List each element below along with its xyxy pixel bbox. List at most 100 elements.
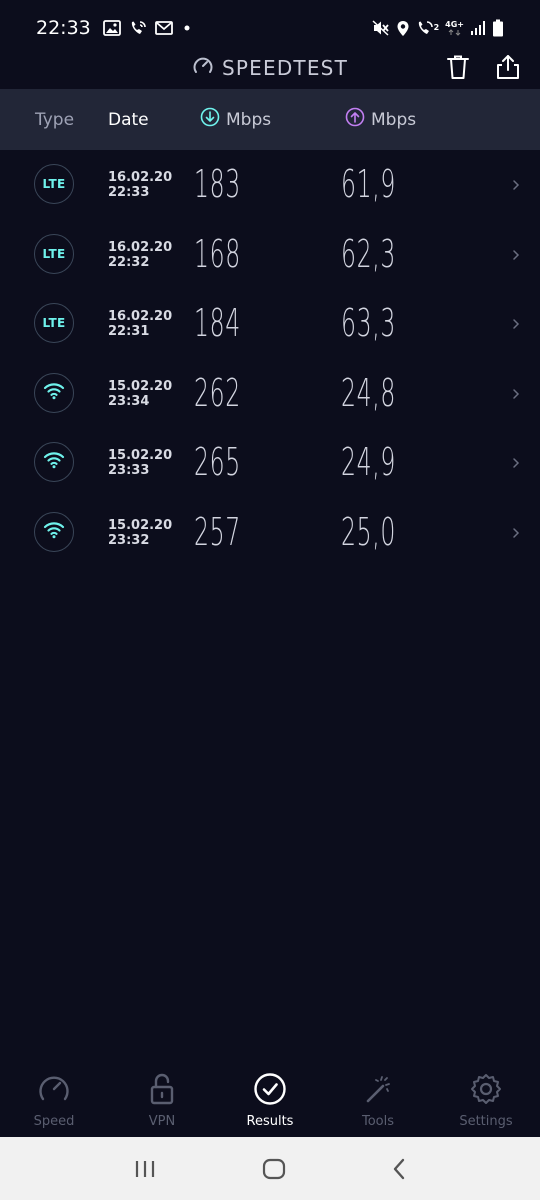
results-column-header: Type Date Mbps Mbps [0, 89, 540, 150]
nav-settings[interactable]: Settings [432, 1060, 540, 1137]
battery-icon [492, 19, 504, 37]
nav-vpn[interactable]: VPN [108, 1060, 216, 1137]
result-row[interactable]: LTE 16.02.20 22:32 168 62,3 [0, 220, 540, 290]
download-icon [200, 107, 220, 132]
result-row[interactable]: LTE 16.02.20 22:33 183 61,9 [0, 150, 540, 220]
nav-label: Results [246, 1114, 294, 1129]
chevron-right-icon [512, 525, 520, 544]
recents-icon[interactable] [133, 1159, 157, 1179]
upload-value: 24,8 [341, 370, 396, 415]
lte-badge: LTE [34, 164, 74, 204]
chevron-right-icon [512, 247, 520, 266]
result-date: 16.02.20 [108, 309, 173, 324]
download-value: 183 [194, 162, 241, 206]
result-datetime: 16.02.20 22:32 [108, 240, 172, 270]
system-nav-bar [0, 1137, 540, 1200]
nav-label: VPN [148, 1114, 176, 1129]
mute-icon [372, 20, 390, 36]
result-date: 15.02.20 [108, 378, 173, 394]
connection-type: LTE [42, 177, 66, 191]
wifi-badge [34, 511, 74, 552]
chevron-right-icon [512, 386, 520, 405]
result-time: 22:32 [108, 254, 150, 270]
result-row[interactable]: 15.02.20 23:33 265 24,9 [0, 428, 540, 498]
lock-open-icon [145, 1072, 179, 1110]
nav-label: Settings [459, 1114, 513, 1129]
check-circle-icon [253, 1072, 287, 1110]
magic-wand-icon [361, 1072, 395, 1110]
download-value: 168 [194, 231, 241, 276]
result-datetime: 15.02.20 23:34 [108, 379, 172, 409]
download-value: 184 [194, 301, 241, 345]
result-time: 23:32 [108, 532, 150, 548]
nav-label: Tools [361, 1114, 395, 1129]
image-icon [102, 20, 121, 36]
notification-icons [102, 20, 193, 36]
wifi-icon [43, 521, 65, 543]
result-datetime: 16.02.20 22:31 [108, 309, 172, 339]
download-value: 257 [194, 509, 241, 554]
speedometer-logo-icon [192, 55, 214, 81]
dot-icon [181, 22, 193, 34]
column-upload[interactable]: Mbps [345, 107, 416, 132]
system-status-icons: 2 4G+ [372, 19, 504, 37]
wifi-call-icon [129, 20, 147, 36]
result-datetime: 15.02.20 23:32 [108, 518, 172, 548]
app-logo: SPEEDTEST [192, 55, 348, 81]
gear-icon [469, 1072, 503, 1110]
column-upload-label: Mbps [371, 109, 417, 130]
column-date[interactable]: Date [108, 110, 149, 130]
column-download-label: Mbps [226, 109, 272, 130]
signal-icon [470, 20, 486, 36]
results-list: LTE 16.02.20 22:33 183 61,9 LTE 16.02.20 2… [0, 150, 540, 567]
result-date: 16.02.20 [108, 239, 173, 255]
nav-speed[interactable]: Speed [0, 1060, 108, 1137]
upload-value: 63,3 [341, 301, 396, 345]
network-label: 4G+ [445, 19, 464, 29]
result-datetime: 16.02.20 22:33 [108, 170, 172, 200]
nav-results[interactable]: Results [216, 1060, 324, 1137]
result-time: 23:34 [108, 393, 150, 409]
result-time: 23:33 [108, 463, 150, 478]
upload-value: 61,9 [341, 162, 396, 206]
status-time: 22:33 [36, 17, 91, 39]
result-date: 16.02.20 [108, 170, 173, 185]
header-actions [446, 54, 520, 80]
column-type[interactable]: Type [35, 110, 74, 130]
wifi-icon [43, 382, 65, 404]
upload-icon [345, 107, 365, 132]
bottom-nav: Speed VPN Results Tools Settings [0, 1060, 540, 1137]
upload-value: 24,9 [341, 440, 396, 484]
result-row[interactable]: 15.02.20 23:34 262 24,8 [0, 359, 540, 429]
trash-icon[interactable] [446, 54, 470, 80]
result-time: 22:31 [108, 324, 150, 339]
speedometer-icon [37, 1072, 71, 1110]
result-row[interactable]: 15.02.20 23:32 257 25,0 [0, 498, 540, 568]
result-datetime: 15.02.20 23:33 [108, 448, 172, 478]
result-time: 22:33 [108, 185, 150, 200]
download-value: 265 [194, 440, 241, 484]
nav-label: Speed [33, 1114, 75, 1129]
back-icon[interactable] [391, 1157, 407, 1181]
download-value: 262 [194, 370, 241, 415]
lte-badge: LTE [34, 233, 74, 274]
share-icon[interactable] [496, 54, 520, 80]
home-icon[interactable] [262, 1157, 286, 1181]
chevron-right-icon [512, 316, 520, 335]
app-header: SPEEDTEST [0, 46, 540, 90]
app-title: SPEEDTEST [222, 56, 348, 80]
result-row[interactable]: LTE 16.02.20 22:31 184 63,3 [0, 289, 540, 359]
sim-slot: 2 [433, 23, 440, 32]
wifi-badge [34, 372, 74, 413]
result-date: 15.02.20 [108, 448, 173, 463]
connection-type: LTE [42, 316, 66, 330]
connection-type: LTE [42, 246, 66, 261]
chevron-right-icon [512, 455, 520, 474]
chevron-right-icon [512, 177, 520, 196]
mail-icon [154, 21, 173, 35]
result-date: 15.02.20 [108, 517, 173, 533]
nav-tools[interactable]: Tools [324, 1060, 432, 1137]
lte-badge: LTE [34, 303, 74, 343]
network-type: 4G+ [445, 19, 464, 36]
column-download[interactable]: Mbps [200, 107, 271, 132]
